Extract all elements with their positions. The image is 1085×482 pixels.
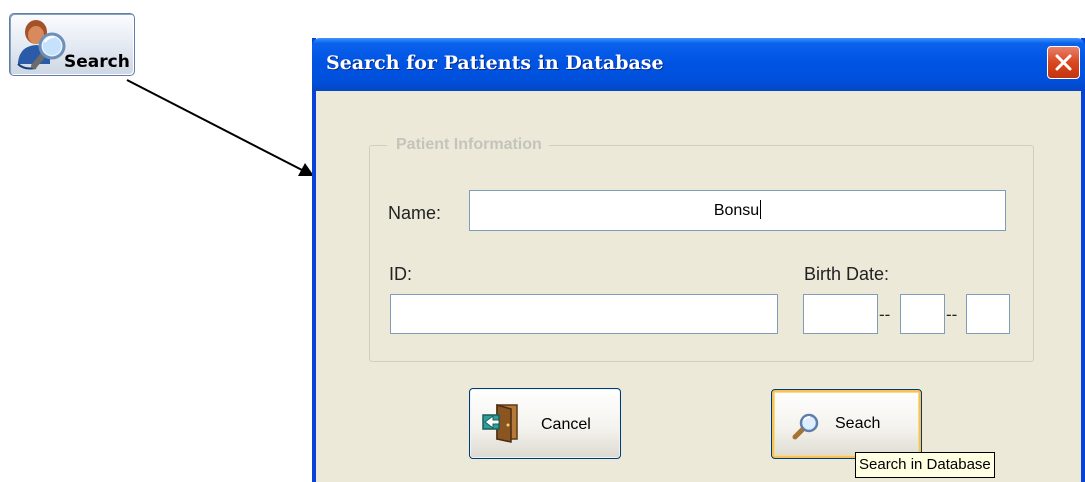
search-tooltip: Search in Database	[855, 452, 995, 478]
group-title: Patient Information	[387, 135, 549, 155]
birth-date-year-input[interactable]	[966, 294, 1010, 334]
search-button-label: Seach	[835, 415, 881, 432]
cancel-button[interactable]: Cancel	[469, 388, 621, 459]
birth-date-separator-2: --	[946, 305, 958, 324]
close-icon	[1055, 54, 1072, 71]
dialog-title: Search for Patients in Database	[326, 52, 664, 74]
id-input[interactable]	[390, 294, 778, 334]
screenshot-canvas: Search Search for Patients in Database P…	[0, 0, 1085, 482]
exit-door-icon	[482, 404, 518, 443]
name-input-text: Bonsu	[713, 202, 760, 219]
magnifier-icon	[792, 413, 819, 440]
cancel-button-label: Cancel	[541, 416, 591, 433]
birth-date-separator-1: --	[879, 305, 891, 324]
text-caret	[760, 200, 762, 219]
birth-date-label: Birth Date:	[804, 264, 890, 284]
birth-date-month-input[interactable]	[900, 294, 945, 334]
name-input-value: Bonsu	[470, 191, 1005, 230]
id-label: ID:	[389, 264, 413, 284]
name-input[interactable]: Bonsu	[469, 190, 1006, 231]
search-button[interactable]: Seach	[771, 389, 922, 459]
dialog-titlebar[interactable]: Search for Patients in Database	[312, 38, 1085, 91]
birth-date-day-input[interactable]	[803, 294, 878, 334]
name-label: Name:	[388, 203, 442, 223]
close-button[interactable]	[1047, 46, 1080, 79]
